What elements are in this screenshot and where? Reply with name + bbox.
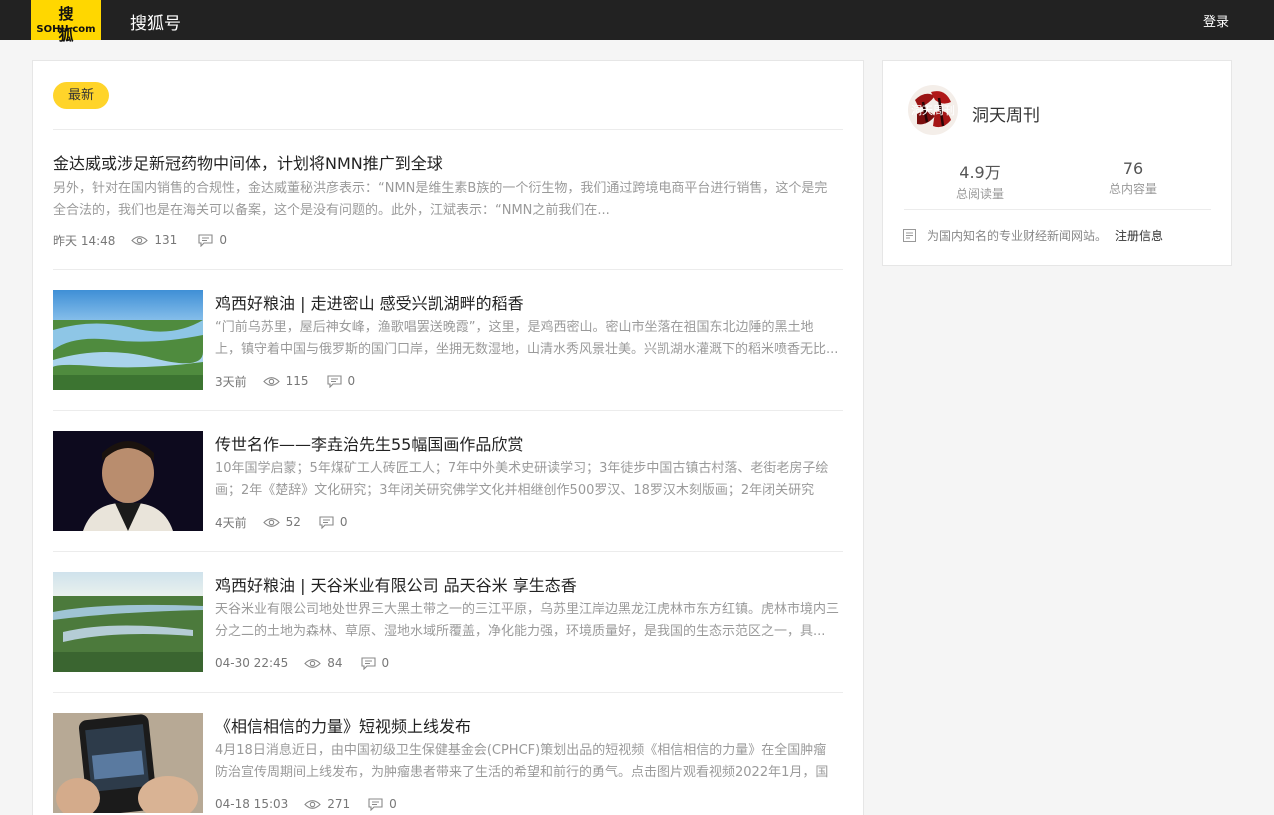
stat-label: 总内容量 bbox=[1108, 182, 1157, 196]
article-time: 昨天 14:48 bbox=[53, 233, 116, 248]
article-time: 04-30 22:45 bbox=[215, 656, 289, 670]
comment-count[interactable]: 0 bbox=[326, 374, 356, 388]
view-count-value: 115 bbox=[285, 374, 309, 388]
comment-count[interactable]: 0 bbox=[319, 515, 348, 529]
article-item: 鸡西好粮油 | 走进密山 感受兴凯湖畔的稻香 “门前乌苏里，屋后神女峰，渔歌唱罢… bbox=[53, 269, 843, 410]
article-summary: “门前乌苏里，屋后神女峰，渔歌唱罢送晚霞”，这里，是鸡西密山。密山市坐落在祖国东… bbox=[215, 320, 839, 357]
comment-icon bbox=[360, 656, 376, 670]
article-summary: 天谷米业有限公司地处世界三大黑土带之一的三江平原，乌苏里江岸边黑龙江虎林市东方红… bbox=[215, 602, 839, 639]
article-meta: 04-30 22:45 84 0 bbox=[215, 655, 389, 671]
comment-icon bbox=[198, 233, 213, 247]
comment-count-value: 0 bbox=[347, 374, 356, 388]
article-meta: 4天前 52 0 bbox=[215, 514, 348, 530]
author-avatar[interactable]: 洞天周刊 bbox=[905, 82, 961, 138]
article-title[interactable]: 鸡西好粮油 | 天谷米业有限公司 品天谷米 享生态香 bbox=[215, 572, 577, 596]
author-name[interactable]: 洞天周刊 bbox=[972, 101, 1040, 126]
article-meta: 昨天 14:48 131 0 bbox=[53, 232, 227, 248]
tab-latest[interactable]: 最新 bbox=[53, 82, 109, 109]
login-link[interactable]: 登录 bbox=[1203, 11, 1229, 30]
view-count-value: 52 bbox=[285, 515, 301, 529]
article-thumbnail[interactable] bbox=[53, 713, 203, 813]
comment-count-value: 0 bbox=[389, 797, 397, 811]
article-time: 4天前 bbox=[215, 515, 247, 530]
comment-count[interactable]: 0 bbox=[368, 797, 397, 811]
top-navbar: 搜狐 SOHU.com 搜狐号 登录 bbox=[0, 0, 1274, 44]
article-item: 传世名作——李垚治先生55幅国画作品欣赏 10年国学启蒙；5年煤矿工人砖匠工人；… bbox=[53, 410, 843, 551]
register-info-link[interactable]: 注册信息 bbox=[1115, 227, 1163, 244]
logo-domain: SOHU.com bbox=[36, 24, 96, 35]
comment-count-value: 0 bbox=[381, 656, 390, 670]
article-item: 金达威或涉足新冠药物中间体，计划将NMN推广到全球 另外，针对在国内销售的合规性… bbox=[53, 129, 843, 269]
document-icon bbox=[903, 229, 916, 242]
article-title[interactable]: 传世名作——李垚治先生55幅国画作品欣赏 bbox=[215, 431, 523, 455]
view-count-value: 271 bbox=[327, 797, 351, 811]
view-count: 115 bbox=[262, 374, 309, 388]
article-item: 《相信相信的力量》短视频上线发布 4月18日消息近日，由中国初级卫生保健基金会(… bbox=[53, 692, 843, 815]
article-title[interactable]: 鸡西好粮油 | 走进密山 感受兴凯湖畔的稻香 bbox=[215, 290, 524, 314]
view-count: 52 bbox=[262, 515, 301, 529]
eye-icon bbox=[304, 658, 322, 668]
stat-value: 4.9万 bbox=[959, 163, 1001, 182]
view-count-value: 84 bbox=[327, 656, 343, 670]
comment-count-value: 0 bbox=[219, 233, 227, 247]
article-summary: 另外，针对在国内销售的合规性，金达威董秘洪彦表示：“NMN是维生素B族的一个衍生… bbox=[53, 181, 828, 218]
article-feed: 最新 金达威或涉足新冠药物中间体，计划将NMN推广到全球 另外，针对在国内销售的… bbox=[32, 60, 864, 815]
article-title[interactable]: 《相信相信的力量》短视频上线发布 bbox=[215, 713, 471, 737]
article-summary: 4月18日消息近日，由中国初级卫生保健基金会(CPHCF)策划出品的短视频《相信… bbox=[215, 743, 829, 780]
comment-count[interactable]: 0 bbox=[360, 656, 390, 670]
view-count-value: 131 bbox=[154, 233, 178, 247]
stat-total-content: 76 总内容量 bbox=[1063, 159, 1203, 197]
article-summary: 10年国学启蒙；5年煤矿工人砖匠工人；7年中外美术史研读学习；3年徒步中国古镇古… bbox=[215, 461, 829, 498]
view-count: 131 bbox=[131, 233, 177, 247]
svg-text:洞天周刊: 洞天周刊 bbox=[911, 104, 955, 117]
eye-icon bbox=[262, 376, 280, 386]
article-meta: 3天前 115 0 bbox=[215, 373, 355, 389]
article-thumbnail[interactable] bbox=[53, 572, 203, 672]
eye-icon bbox=[304, 799, 322, 809]
article-title[interactable]: 金达威或涉足新冠药物中间体，计划将NMN推广到全球 bbox=[53, 150, 443, 174]
article-time: 3天前 bbox=[215, 374, 247, 389]
stat-total-reads: 4.9万 总阅读量 bbox=[910, 159, 1050, 202]
eye-icon bbox=[262, 517, 280, 527]
author-card: 洞天周刊 洞天周刊 4.9万 总阅读量 76 总内容量 为国内知名的专业财经新闻… bbox=[882, 60, 1232, 266]
view-count: 271 bbox=[304, 797, 350, 811]
comment-count-value: 0 bbox=[339, 515, 348, 529]
stat-value: 76 bbox=[1122, 159, 1144, 178]
article-time: 04-18 15:03 bbox=[215, 797, 289, 811]
view-count: 84 bbox=[304, 656, 343, 670]
article-thumbnail[interactable] bbox=[53, 431, 203, 531]
site-title[interactable]: 搜狐号 bbox=[130, 9, 181, 34]
comment-icon bbox=[319, 515, 334, 529]
sohu-logo[interactable]: 搜狐 SOHU.com bbox=[31, 0, 101, 44]
description-text: 为国内知名的专业财经新闻网站。 bbox=[927, 229, 1108, 243]
stat-label: 总阅读量 bbox=[955, 187, 1004, 201]
comment-count[interactable]: 0 bbox=[198, 233, 227, 247]
article-item: 鸡西好粮油 | 天谷米业有限公司 品天谷米 享生态香 天谷米业有限公司地处世界三… bbox=[53, 551, 843, 692]
divider bbox=[904, 209, 1211, 210]
author-description: 为国内知名的专业财经新闻网站。 注册信息 bbox=[903, 227, 1163, 244]
eye-icon bbox=[131, 235, 149, 245]
comment-icon bbox=[368, 797, 383, 811]
article-thumbnail[interactable] bbox=[53, 290, 203, 390]
comment-icon bbox=[326, 374, 342, 388]
article-meta: 04-18 15:03 271 0 bbox=[215, 796, 397, 812]
